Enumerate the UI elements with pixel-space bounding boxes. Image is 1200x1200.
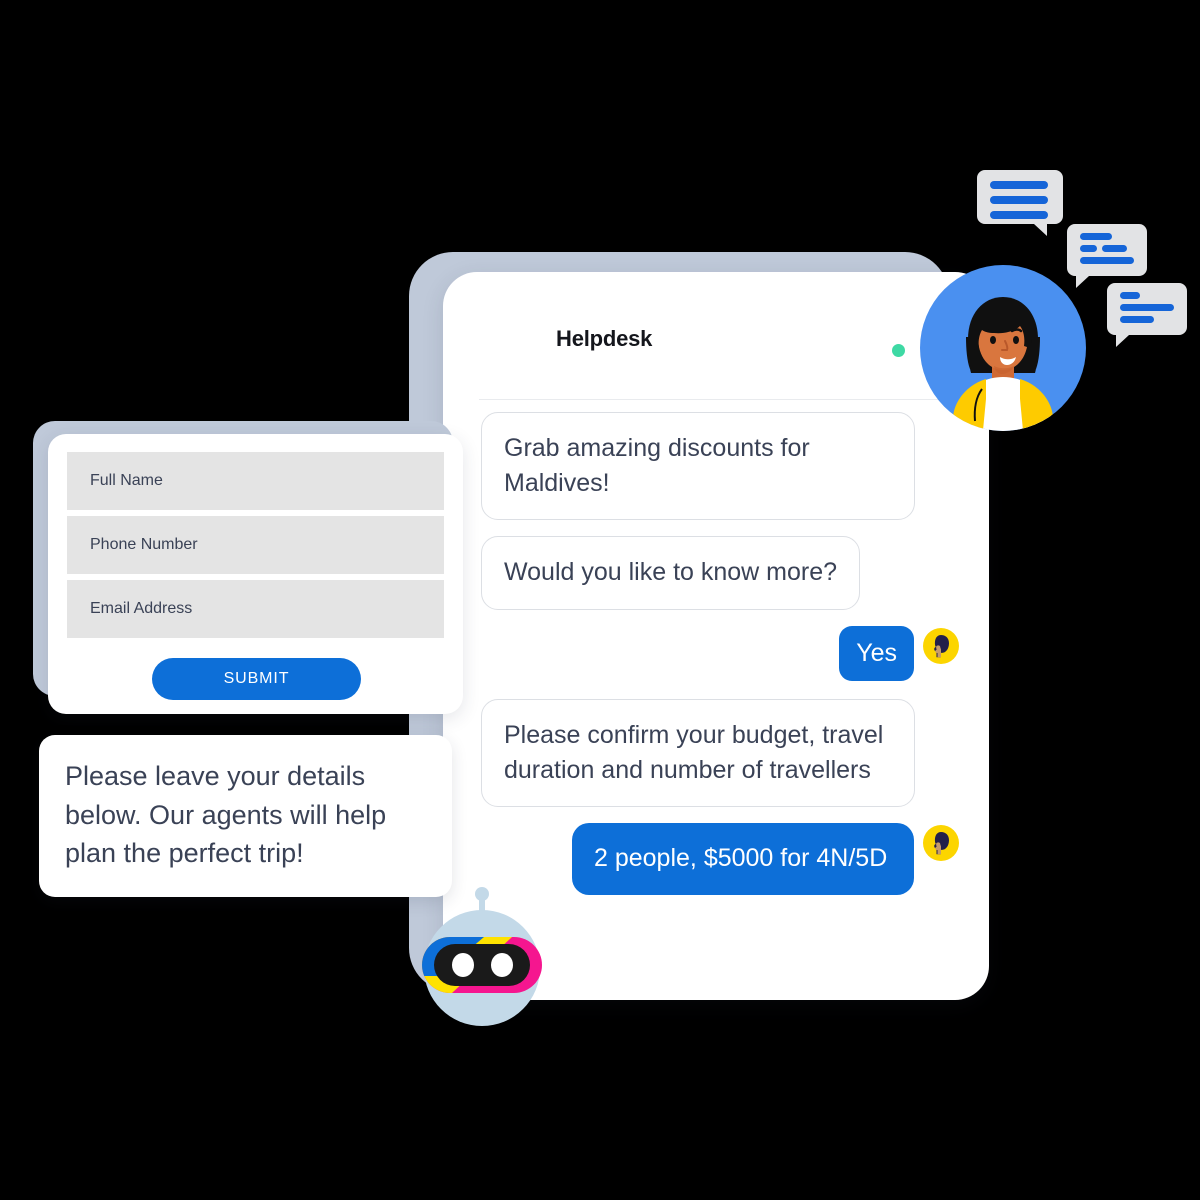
chat-message-list: Grab amazing discounts for Maldives! Wou… [443, 412, 989, 911]
chat-bubble-icon-1 [977, 170, 1063, 236]
illustration-stage: Helpdesk Grab amazing discounts for Mald… [0, 0, 1200, 1200]
submit-button[interactable]: SUBMIT [152, 658, 361, 700]
chat-row-bot: Would you like to know more? [443, 536, 989, 610]
full-name-field[interactable]: Full Name [67, 452, 444, 510]
chat-bubble-bot: Grab amazing discounts for Maldives! [481, 412, 915, 520]
robot-mascot-icon [422, 887, 542, 1026]
chat-bubble-bot: Would you like to know more? [481, 536, 861, 610]
page-title: Helpdesk [556, 326, 653, 351]
user-avatar-icon [923, 627, 959, 664]
email-address-field[interactable]: Email Address [67, 580, 444, 638]
user-avatar-icon [923, 825, 959, 861]
header-divider [479, 399, 957, 400]
speech-bubble-tail [424, 841, 450, 861]
chat-row-bot: Please confirm your budget, travel durat… [443, 699, 989, 807]
phone-number-field[interactable]: Phone Number [67, 516, 444, 574]
chat-row-user: Yes [443, 625, 989, 681]
chat-bubble-user: 2 people, $5000 for 4N/5D [572, 823, 914, 895]
lead-capture-form: Full Name Phone Number Email Address SUB… [48, 434, 463, 714]
agent-avatar-icon [920, 265, 1086, 431]
chat-header: Helpdesk [443, 272, 989, 390]
agent-speech-bubble: Please leave your details below. Our age… [39, 735, 452, 897]
chat-bubble-bot: Please confirm your budget, travel durat… [481, 699, 915, 807]
chat-row-bot: Grab amazing discounts for Maldives! [443, 412, 989, 520]
online-status-dot [892, 344, 905, 357]
chat-bubble-user: Yes [839, 625, 914, 681]
chat-bubble-icon-3 [1107, 283, 1187, 347]
